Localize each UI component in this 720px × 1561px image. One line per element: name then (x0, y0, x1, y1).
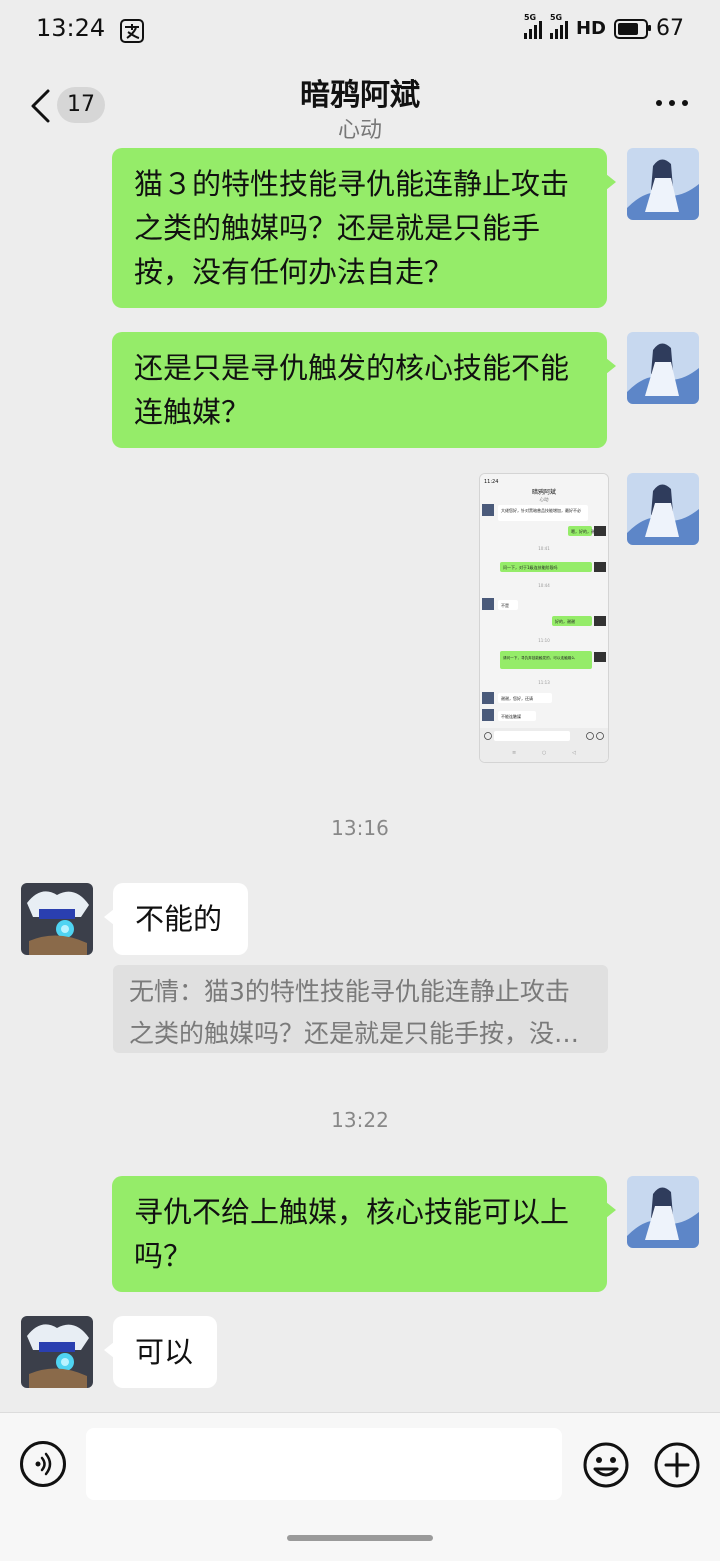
alipay-icon (120, 19, 144, 43)
thumb-msg: 大佬您好，针对黑暗普品技能增加，最好不必 (501, 507, 581, 513)
thumb-ts: 10:44 (538, 583, 550, 588)
message-text: 猫３的特性技能寻仇能连静止攻击之类的触媒吗？还是就是只能手按，没有任何办法自走？ (134, 167, 570, 289)
quoted-text: 无情：猫3的特性技能寻仇能连静止攻击之类的触媒吗？还是就是只能手按，没… (129, 977, 580, 1048)
timestamp: 13:16 (331, 816, 389, 840)
more-dots-icon[interactable] (656, 100, 688, 106)
message-bubble-sent[interactable]: 猫３的特性技能寻仇能连静止攻击之类的触媒吗？还是就是只能手按，没有任何办法自走？ (112, 148, 616, 308)
my-avatar[interactable] (627, 148, 699, 220)
screenshot-image-message[interactable]: 11:24 暗鸦阿斌 心动 大佬您好，针对黑暗普品技能增加，最好不必 嗯，好的，… (479, 473, 609, 763)
page-subtitle: 心动 (337, 118, 382, 143)
quoted-message[interactable]: 无情：猫3的特性技能寻仇能连静止攻击之类的触媒吗？还是就是只能手按，没… (113, 965, 608, 1053)
thumb-msg: 请问一下，寻仇弃技能触发的，可以连触媒么 (503, 655, 575, 660)
thumb-ts: 10:41 (538, 546, 550, 551)
svg-text:○: ○ (542, 750, 546, 756)
my-avatar[interactable] (627, 473, 699, 545)
status-bar: 13:24 5G 5G HD 67 (0, 0, 720, 60)
thumb-msg: 好的，谢谢 (555, 618, 575, 624)
message-bubble-sent[interactable]: 寻仇不给上触媒，核心技能可以上吗？ (112, 1176, 616, 1292)
my-avatar[interactable] (627, 1176, 699, 1248)
thumb-status-time: 11:24 (484, 479, 498, 485)
status-indicators: 5G 5G HD 67 (523, 13, 684, 41)
timestamp: 13:22 (331, 1108, 389, 1132)
message-text: 还是只是寻仇触发的核心技能不能连触媒？ (134, 351, 570, 429)
thumb-subtitle: 心动 (540, 496, 549, 503)
thumb-msg: 问一下，对于1级连技能阶段吗 (503, 564, 558, 570)
svg-text:◁: ◁ (572, 750, 576, 756)
message-bubble-received[interactable]: 不能的 (104, 883, 248, 955)
message-text: 不能的 (135, 902, 223, 936)
message-bubble-received[interactable]: 可以 (104, 1316, 217, 1388)
thumb-ts: 11:10 (538, 638, 550, 643)
message-input[interactable] (86, 1428, 562, 1500)
message-text: 寻仇不给上触媒，核心技能可以上吗？ (134, 1195, 570, 1273)
hd-indicator: HD (575, 18, 606, 39)
thumb-ts: 11:13 (538, 680, 550, 685)
battery-icon (614, 18, 651, 39)
thumb-msg: 谢谢，您好，还请 (501, 695, 533, 701)
page-title: 暗鸦阿斌 (300, 78, 420, 113)
signal-icon: 5G (523, 13, 542, 39)
emoji-icon[interactable] (582, 1441, 630, 1489)
signal-icon: 5G (549, 13, 568, 39)
home-indicator[interactable] (287, 1535, 433, 1541)
svg-text:≡: ≡ (512, 750, 516, 756)
plus-icon[interactable] (653, 1441, 701, 1489)
status-time: 13:24 (36, 14, 106, 42)
battery-level: 67 (656, 16, 684, 41)
thumb-title: 暗鸦阿斌 (532, 488, 556, 496)
contact-avatar[interactable] (21, 1316, 93, 1388)
voice-icon[interactable] (20, 1441, 66, 1487)
message-text: 可以 (135, 1335, 194, 1369)
input-bar (0, 1412, 720, 1561)
contact-avatar[interactable] (21, 883, 93, 955)
thumb-msg: 不能连触媒 (501, 713, 521, 719)
my-avatar[interactable] (627, 332, 699, 404)
thumb-msg: 不是 (501, 602, 509, 608)
message-bubble-sent[interactable]: 还是只是寻仇触发的核心技能不能连触媒？ (112, 332, 616, 448)
